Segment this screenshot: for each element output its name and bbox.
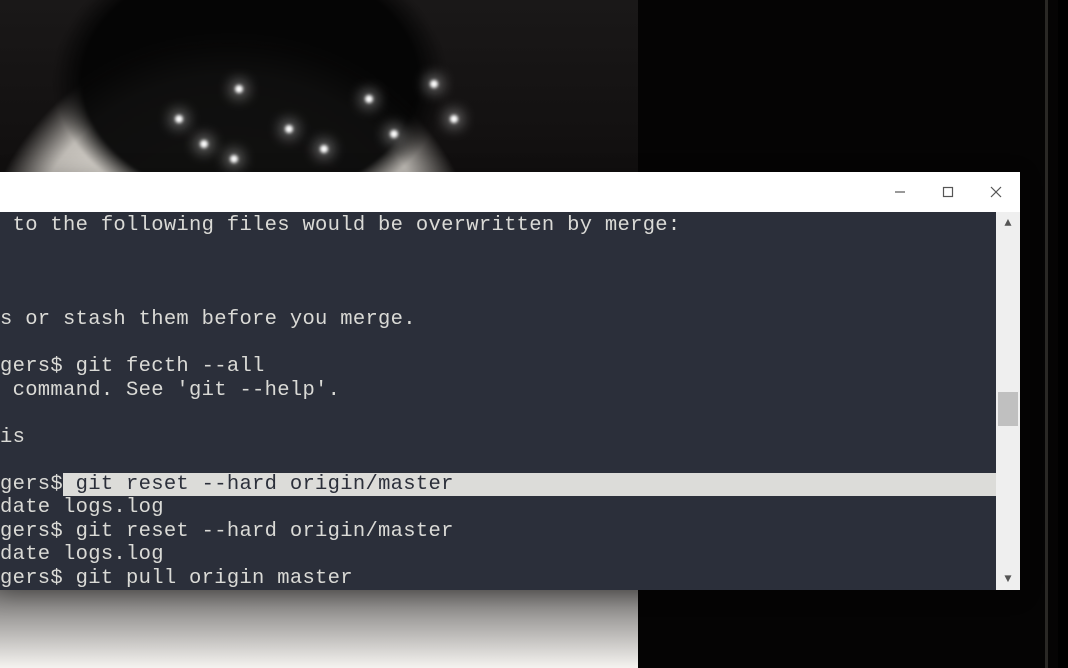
- terminal-line: date logs.log: [0, 496, 996, 520]
- terminal-line: [0, 285, 996, 309]
- scrollbar-track[interactable]: [996, 234, 1020, 568]
- chevron-up-icon: ▲: [1004, 216, 1011, 230]
- terminal-line: gers$ git fecth --all: [0, 355, 996, 379]
- terminal-line: gers$ git reset --hard origin/master: [0, 520, 996, 544]
- terminal-line: to the following files would be overwrit…: [0, 214, 996, 238]
- scroll-up-button[interactable]: ▲: [996, 212, 1020, 234]
- scrollbar[interactable]: ▲ ▼: [996, 212, 1020, 590]
- maximize-button[interactable]: [924, 172, 972, 212]
- terminal-line: [0, 238, 996, 262]
- terminal-line: date logs.log: [0, 543, 996, 567]
- minimize-icon: [894, 186, 906, 198]
- terminal-output[interactable]: to the following files would be overwrit…: [0, 212, 996, 590]
- close-icon: [990, 186, 1002, 198]
- scroll-down-button[interactable]: ▼: [996, 568, 1020, 590]
- terminal-line: s or stash them before you merge.: [0, 308, 996, 332]
- chevron-down-icon: ▼: [1004, 572, 1011, 586]
- wallpaper-lights: [40, 20, 520, 180]
- terminal-window: to the following files would be overwrit…: [0, 172, 1020, 590]
- terminal-line: gers$ git reset --hard origin/master: [0, 473, 996, 497]
- terminal-line: [0, 261, 996, 285]
- maximize-icon: [942, 186, 954, 198]
- terminal-line: [0, 402, 996, 426]
- scrollbar-thumb[interactable]: [998, 392, 1018, 426]
- terminal-line: [0, 449, 996, 473]
- minimize-button[interactable]: [876, 172, 924, 212]
- terminal-body: to the following files would be overwrit…: [0, 212, 1020, 590]
- terminal-line: is: [0, 426, 996, 450]
- close-button[interactable]: [972, 172, 1020, 212]
- terminal-line: command. See 'git --help'.: [0, 379, 996, 403]
- window-titlebar[interactable]: [0, 172, 1020, 212]
- terminal-line: [0, 332, 996, 356]
- terminal-line: gers$ git pull origin master: [0, 567, 996, 591]
